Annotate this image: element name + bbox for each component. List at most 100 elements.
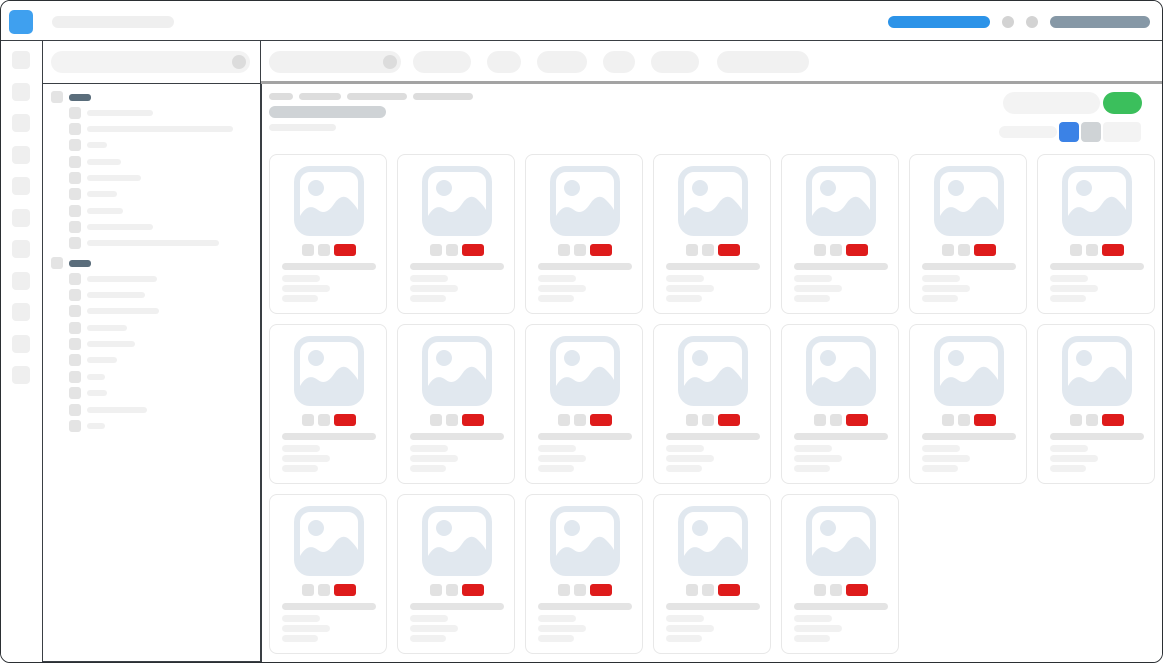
checkbox[interactable] — [51, 257, 63, 269]
media-card[interactable] — [781, 324, 899, 484]
media-card[interactable] — [909, 154, 1027, 314]
image-placeholder-icon — [550, 336, 620, 406]
media-card[interactable] — [1037, 154, 1155, 314]
status-badge — [718, 244, 740, 256]
checkbox[interactable] — [69, 221, 81, 233]
checkbox[interactable] — [69, 322, 81, 334]
breadcrumb[interactable] — [413, 93, 473, 100]
card-title — [282, 433, 376, 440]
filter-chip[interactable] — [651, 51, 699, 73]
filter-chip[interactable] — [413, 51, 471, 73]
image-placeholder-icon — [806, 336, 876, 406]
card-meta — [538, 455, 586, 462]
sort-dropdown[interactable] — [1003, 92, 1100, 114]
media-card[interactable] — [269, 324, 387, 484]
filter-bar — [261, 41, 1162, 84]
filter-chip[interactable] — [603, 51, 635, 73]
rail-item-3[interactable] — [12, 114, 30, 132]
checkbox[interactable] — [69, 172, 81, 184]
rail-item-11[interactable] — [12, 366, 30, 384]
tree-search-input[interactable] — [51, 51, 250, 73]
media-card[interactable] — [525, 324, 643, 484]
rail-item-5[interactable] — [12, 177, 30, 195]
media-card[interactable] — [269, 494, 387, 654]
filter-chip[interactable] — [537, 51, 587, 73]
status-badge — [974, 244, 996, 256]
checkbox[interactable] — [69, 139, 81, 151]
more-view-options[interactable] — [1103, 122, 1141, 142]
media-card[interactable] — [653, 324, 771, 484]
image-placeholder-icon — [1062, 166, 1132, 236]
settings-icon[interactable] — [1026, 16, 1038, 28]
media-card[interactable] — [653, 494, 771, 654]
rail-item-8[interactable] — [12, 272, 30, 290]
media-card[interactable] — [269, 154, 387, 314]
checkbox[interactable] — [69, 420, 81, 432]
rail-item-1[interactable] — [12, 51, 30, 69]
checkbox[interactable] — [69, 156, 81, 168]
rail-item-2[interactable] — [12, 83, 30, 101]
card-meta — [538, 275, 576, 282]
media-card[interactable] — [781, 494, 899, 654]
status-badge — [846, 244, 868, 256]
media-card[interactable] — [781, 154, 899, 314]
filter-search-input[interactable] — [269, 51, 401, 73]
user-menu-button[interactable] — [1050, 16, 1150, 28]
rail-item-4[interactable] — [12, 146, 30, 164]
status-badge — [846, 414, 868, 426]
rail-item-7[interactable] — [12, 240, 30, 258]
media-card[interactable] — [397, 154, 515, 314]
breadcrumb[interactable] — [347, 93, 407, 100]
filter-chip[interactable] — [487, 51, 521, 73]
tree-item-label — [87, 325, 127, 331]
checkbox[interactable] — [69, 123, 81, 135]
checkbox[interactable] — [69, 289, 81, 301]
breadcrumb[interactable] — [299, 93, 341, 100]
media-card[interactable] — [909, 324, 1027, 484]
checkbox[interactable] — [69, 237, 81, 249]
card-meta — [538, 635, 574, 642]
checkbox[interactable] — [69, 305, 81, 317]
checkbox[interactable] — [69, 338, 81, 350]
rail-item-10[interactable] — [12, 335, 30, 353]
media-card[interactable] — [397, 324, 515, 484]
checkbox[interactable] — [69, 354, 81, 366]
card-meta — [282, 285, 330, 292]
add-button[interactable] — [1103, 92, 1142, 114]
card-meta — [282, 455, 330, 462]
checkbox[interactable] — [69, 107, 81, 119]
grid-view-icon[interactable] — [1059, 122, 1079, 142]
image-placeholder-icon — [550, 506, 620, 576]
card-tag — [942, 244, 954, 256]
media-card[interactable] — [525, 154, 643, 314]
app-logo-icon[interactable] — [9, 10, 33, 34]
media-card[interactable] — [1037, 324, 1155, 484]
checkbox[interactable] — [69, 188, 81, 200]
media-card[interactable] — [653, 154, 771, 314]
search-icon — [232, 55, 246, 69]
tree-item-label — [87, 159, 121, 165]
status-badge — [334, 414, 356, 426]
image-placeholder-icon — [294, 506, 364, 576]
card-meta — [1050, 445, 1088, 452]
filter-chip[interactable] — [717, 51, 809, 73]
list-view-icon[interactable] — [1081, 122, 1101, 142]
media-card[interactable] — [525, 494, 643, 654]
rail-item-6[interactable] — [12, 209, 30, 227]
primary-action-button[interactable] — [888, 16, 990, 28]
checkbox[interactable] — [69, 387, 81, 399]
notification-icon[interactable] — [1002, 16, 1014, 28]
checkbox[interactable] — [69, 273, 81, 285]
status-badge — [718, 584, 740, 596]
rail-item-9[interactable] — [12, 303, 30, 321]
breadcrumb[interactable] — [269, 93, 293, 100]
card-tag — [430, 414, 442, 426]
media-card[interactable] — [397, 494, 515, 654]
checkbox[interactable] — [69, 205, 81, 217]
checkbox[interactable] — [69, 371, 81, 383]
checkbox[interactable] — [69, 404, 81, 416]
status-badge — [590, 584, 612, 596]
card-meta — [922, 455, 970, 462]
checkbox[interactable] — [51, 91, 63, 103]
card-meta — [282, 615, 320, 622]
